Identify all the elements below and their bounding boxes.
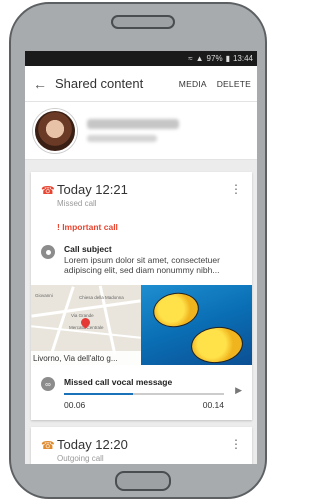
contact-name-blurred [87, 119, 179, 129]
status-bar: ≈ ▲ 97% ▮ 13:44 [25, 51, 257, 66]
audio-times: 00.06 00.14 [64, 400, 224, 410]
subject-title: Call subject [64, 244, 112, 254]
call-time: Today 12:21 [57, 182, 128, 197]
app-screen: ≈ ▲ 97% ▮ 13:44 ← Shared content MEDIA D… [25, 51, 257, 464]
shared-media: Giovanni Chiesa della Madonna Via Grande… [31, 285, 252, 365]
play-icon[interactable]: ▶ [235, 385, 242, 396]
media-button[interactable]: MEDIA [179, 79, 207, 89]
subject-text: Lorem ipsum dolor sit amet, consectetuer… [64, 255, 220, 275]
call-subject: Call subject Lorem ipsum dolor sit amet,… [41, 244, 252, 275]
missed-call-icon: ☎ [41, 185, 55, 197]
vocal-title: Missed call vocal message [64, 377, 173, 387]
call-type: Missed call [57, 199, 97, 208]
audio-progress[interactable] [64, 393, 224, 395]
more-vert-icon[interactable]: ⋮ [230, 182, 242, 196]
map-address: Livorno, Via dell'alto g... [31, 351, 141, 365]
map-label: Via Grande [71, 313, 94, 318]
audio-progress-fill [64, 393, 133, 395]
battery-icon: ▮ [225, 54, 230, 63]
time-total: 00.14 [202, 400, 224, 410]
important-label: ! Important call [57, 222, 118, 232]
battery-percent: 97% [206, 54, 223, 63]
status-time: 13:44 [232, 54, 253, 63]
voicemail-icon: ∞ [41, 377, 55, 391]
app-bar: ← Shared content MEDIA DELETE [25, 66, 257, 102]
page-title: Shared content [55, 76, 144, 91]
contact-number-blurred [87, 135, 157, 142]
contact-details-blurred [87, 119, 179, 142]
time-elapsed: 00.06 [64, 400, 86, 410]
fish-image [189, 324, 245, 365]
home-button[interactable] [115, 471, 171, 491]
vocal-message: ∞ Missed call vocal message 00.06 00.14 … [41, 377, 252, 410]
call-header: ☎ Today 12:20 Outgoing call ⋮ [31, 427, 252, 463]
map-label: Chiesa della Madonna [79, 295, 124, 300]
photo-thumbnail[interactable] [141, 285, 252, 365]
back-arrow-icon[interactable]: ← [33, 76, 53, 92]
avatar[interactable] [33, 108, 77, 153]
earpiece-speaker [111, 15, 175, 29]
signal-icon: ▲ [195, 54, 204, 63]
call-card[interactable]: ☎ Today 12:21 Missed call ⋮ ! Important … [31, 172, 252, 420]
outgoing-call-icon: ☎ [41, 440, 55, 452]
fish-image [150, 289, 202, 331]
map-thumbnail[interactable]: Giovanni Chiesa della Madonna Via Grande… [31, 285, 141, 365]
call-header: ☎ Today 12:21 Missed call ⋮ [31, 172, 252, 208]
more-vert-icon[interactable]: ⋮ [230, 437, 242, 451]
contact-header [25, 102, 257, 160]
map-label: Giovanni [35, 293, 53, 298]
wifi-icon: ≈ [188, 54, 193, 63]
call-card[interactable]: ☎ Today 12:20 Outgoing call ⋮ [31, 427, 252, 464]
call-type: Outgoing call [57, 454, 104, 463]
delete-button[interactable]: DELETE [217, 79, 251, 89]
call-time: Today 12:20 [57, 437, 128, 452]
map-road [50, 286, 75, 354]
subject-icon [41, 245, 55, 259]
